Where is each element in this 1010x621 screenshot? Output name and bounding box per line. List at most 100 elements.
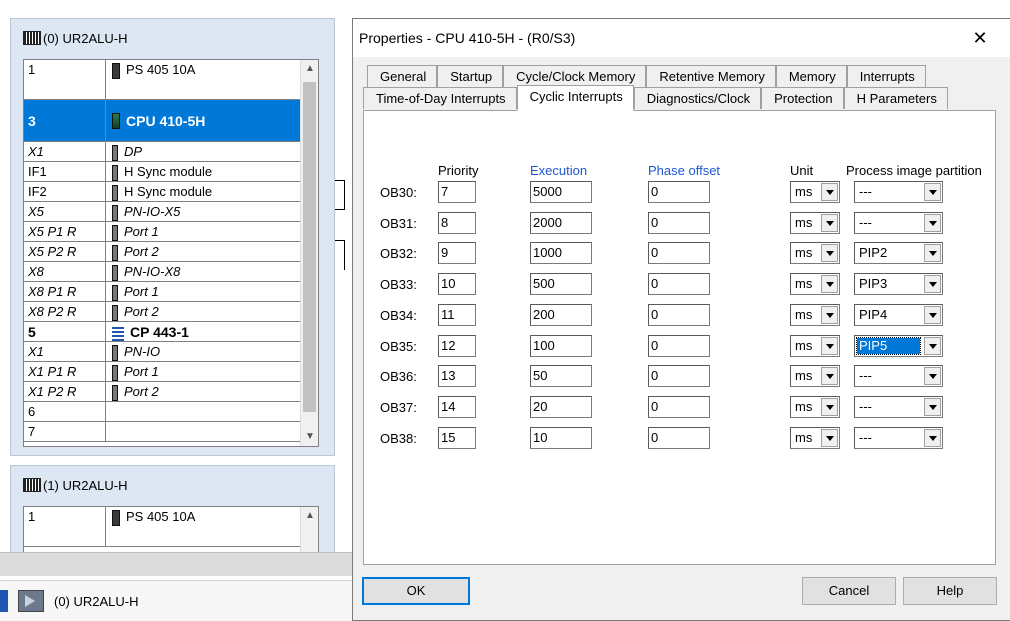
ok-button[interactable]: OK — [362, 577, 470, 605]
execution-input[interactable]: 10 — [530, 426, 592, 449]
chevron-down-icon[interactable] — [821, 213, 838, 232]
rack-scrollbar[interactable]: ▲ ▼ — [300, 60, 318, 446]
chevron-down-icon[interactable] — [821, 336, 838, 355]
dialog-title-bar[interactable]: Properties - CPU 410-5H - (R0/S3) ✕ — [353, 19, 1010, 57]
phase-offset-input[interactable]: 0 — [648, 303, 710, 326]
rack-slot-table[interactable]: 1 PS 405 10A ▲ — [23, 506, 319, 554]
phase-offset-input[interactable]: 0 — [648, 334, 710, 357]
chevron-down-icon[interactable] — [924, 244, 941, 263]
chevron-down-icon[interactable] — [924, 397, 941, 416]
phase-offset-input[interactable]: 0 — [648, 211, 710, 234]
unit-select[interactable]: ms — [790, 273, 840, 296]
chevron-down-icon[interactable] — [821, 397, 838, 416]
chevron-down-icon[interactable] — [821, 367, 838, 386]
table-row[interactable]: 1 PS 405 10A — [24, 507, 318, 547]
tab-protection[interactable]: Protection — [761, 87, 844, 109]
priority-input[interactable]: 10 — [438, 273, 476, 296]
priority-input[interactable]: 14 — [438, 395, 476, 418]
table-row[interactable]: X8 PN-IO-X8 — [24, 262, 318, 282]
nav-forward-icon[interactable] — [18, 590, 44, 612]
priority-input[interactable]: 7 — [438, 181, 476, 203]
unit-select[interactable]: ms — [790, 242, 840, 265]
chevron-down-icon[interactable] — [924, 275, 941, 294]
execution-input[interactable]: 5000 — [530, 181, 592, 203]
chevron-down-icon[interactable] — [924, 367, 941, 386]
table-row[interactable]: 1 PS 405 10A — [24, 60, 318, 100]
table-row[interactable]: X1 P2 R Port 2 — [24, 382, 318, 402]
phase-offset-input[interactable]: 0 — [648, 242, 710, 265]
help-button[interactable]: Help — [903, 577, 997, 605]
execution-input[interactable]: 500 — [530, 273, 592, 296]
table-row[interactable]: 7 — [24, 422, 318, 442]
tab-interrupts[interactable]: Interrupts — [846, 65, 926, 87]
process-image-partition-select[interactable]: PIP2 — [854, 242, 943, 265]
scroll-up-icon[interactable]: ▲ — [301, 507, 318, 525]
execution-input[interactable]: 2000 — [530, 211, 592, 234]
table-row[interactable]: IF2 H Sync module — [24, 182, 318, 202]
table-row[interactable]: X8 P1 R Port 1 — [24, 282, 318, 302]
priority-input[interactable]: 15 — [438, 426, 476, 449]
chevron-down-icon[interactable] — [821, 183, 838, 201]
unit-select[interactable]: ms — [790, 181, 840, 203]
properties-dialog[interactable]: Properties - CPU 410-5H - (R0/S3) ✕ Gene… — [352, 18, 1010, 621]
table-row[interactable]: 6 — [24, 402, 318, 422]
table-row[interactable]: X1 P1 R Port 1 — [24, 362, 318, 382]
execution-input[interactable]: 200 — [530, 303, 592, 326]
process-image-partition-select[interactable]: PIP5 — [854, 334, 943, 357]
process-image-partition-select[interactable]: PIP4 — [854, 303, 943, 326]
rack-scrollbar[interactable]: ▲ — [300, 507, 318, 553]
chevron-down-icon[interactable] — [924, 305, 941, 324]
cancel-button[interactable]: Cancel — [802, 577, 896, 605]
phase-offset-input[interactable]: 0 — [648, 181, 710, 203]
execution-input[interactable]: 20 — [530, 395, 592, 418]
chevron-down-icon[interactable] — [924, 213, 941, 232]
table-row[interactable]: X5 PN-IO-X5 — [24, 202, 318, 222]
chevron-down-icon[interactable] — [821, 428, 838, 447]
table-row[interactable]: IF1 H Sync module — [24, 162, 318, 182]
priority-input[interactable]: 8 — [438, 211, 476, 234]
tab-time-of-day-interrupts[interactable]: Time-of-Day Interrupts — [363, 87, 517, 109]
execution-input[interactable]: 100 — [530, 334, 592, 357]
priority-input[interactable]: 13 — [438, 365, 476, 388]
tab-retentive-memory[interactable]: Retentive Memory — [646, 65, 776, 87]
process-image-partition-select[interactable]: --- — [854, 181, 943, 203]
rack-window-1[interactable]: (1) UR2ALU-H 1 PS 405 10A ▲ — [10, 465, 335, 555]
priority-input[interactable]: 12 — [438, 334, 476, 357]
scroll-down-icon[interactable]: ▼ — [301, 428, 318, 446]
chevron-down-icon[interactable] — [924, 336, 941, 355]
scroll-up-icon[interactable]: ▲ — [301, 60, 318, 78]
table-row[interactable]: X8 P2 R Port 2 — [24, 302, 318, 322]
priority-input[interactable]: 9 — [438, 242, 476, 265]
unit-select[interactable]: ms — [790, 395, 840, 418]
table-row-selected[interactable]: 3 CPU 410-5H — [24, 100, 318, 142]
nav-back-icon[interactable] — [0, 590, 8, 612]
rack-slot-table[interactable]: 1 PS 405 10A 3 CPU 410-5H X1 DP IF1 H Sy… — [23, 59, 319, 447]
chevron-down-icon[interactable] — [821, 275, 838, 294]
chevron-down-icon[interactable] — [924, 183, 941, 201]
scroll-thumb[interactable] — [303, 82, 316, 412]
chevron-down-icon[interactable] — [821, 244, 838, 263]
phase-offset-input[interactable]: 0 — [648, 365, 710, 388]
process-image-partition-select[interactable]: --- — [854, 365, 943, 388]
execution-input[interactable]: 1000 — [530, 242, 592, 265]
tab-cycle-clock-memory[interactable]: Cycle/Clock Memory — [503, 65, 647, 87]
unit-select[interactable]: ms — [790, 365, 840, 388]
phase-offset-input[interactable]: 0 — [648, 395, 710, 418]
table-row[interactable]: 5 CP 443-1 — [24, 322, 318, 342]
phase-offset-input[interactable]: 0 — [648, 426, 710, 449]
tab-h-parameters[interactable]: H Parameters — [843, 87, 948, 109]
table-row[interactable]: X5 P1 R Port 1 — [24, 222, 318, 242]
process-image-partition-select[interactable]: --- — [854, 426, 943, 449]
rack-window-0[interactable]: (0) UR2ALU-H 1 PS 405 10A 3 CPU 410-5H X… — [10, 18, 335, 456]
unit-select[interactable]: ms — [790, 334, 840, 357]
tab-diagnostics-clock[interactable]: Diagnostics/Clock — [633, 87, 762, 109]
close-icon[interactable]: ✕ — [968, 27, 992, 49]
execution-input[interactable]: 50 — [530, 365, 592, 388]
table-row[interactable]: X5 P2 R Port 2 — [24, 242, 318, 262]
chevron-down-icon[interactable] — [924, 428, 941, 447]
priority-input[interactable]: 11 — [438, 303, 476, 326]
process-image-partition-select[interactable]: --- — [854, 211, 943, 234]
tab-general[interactable]: General — [367, 65, 438, 87]
unit-select[interactable]: ms — [790, 426, 840, 449]
table-row[interactable]: X1 DP — [24, 142, 318, 162]
